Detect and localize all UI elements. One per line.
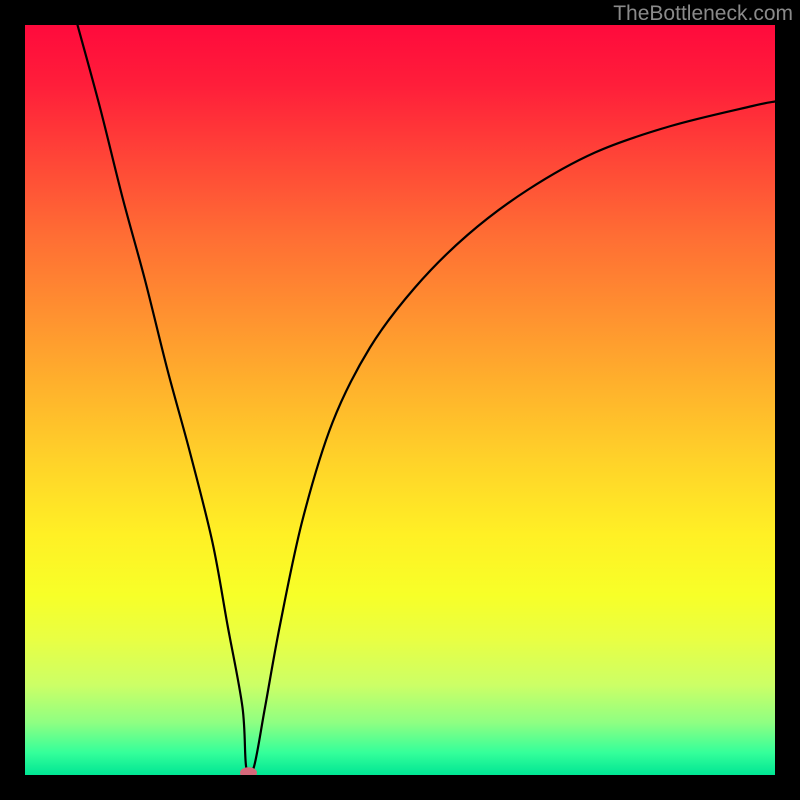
- curve-layer: [25, 25, 775, 775]
- chart-stage: TheBottleneck.com: [0, 0, 800, 800]
- bottleneck-curve: [78, 25, 776, 775]
- watermark-text: TheBottleneck.com: [613, 2, 793, 26]
- plot-area: [25, 25, 775, 775]
- minimum-marker: [241, 768, 257, 775]
